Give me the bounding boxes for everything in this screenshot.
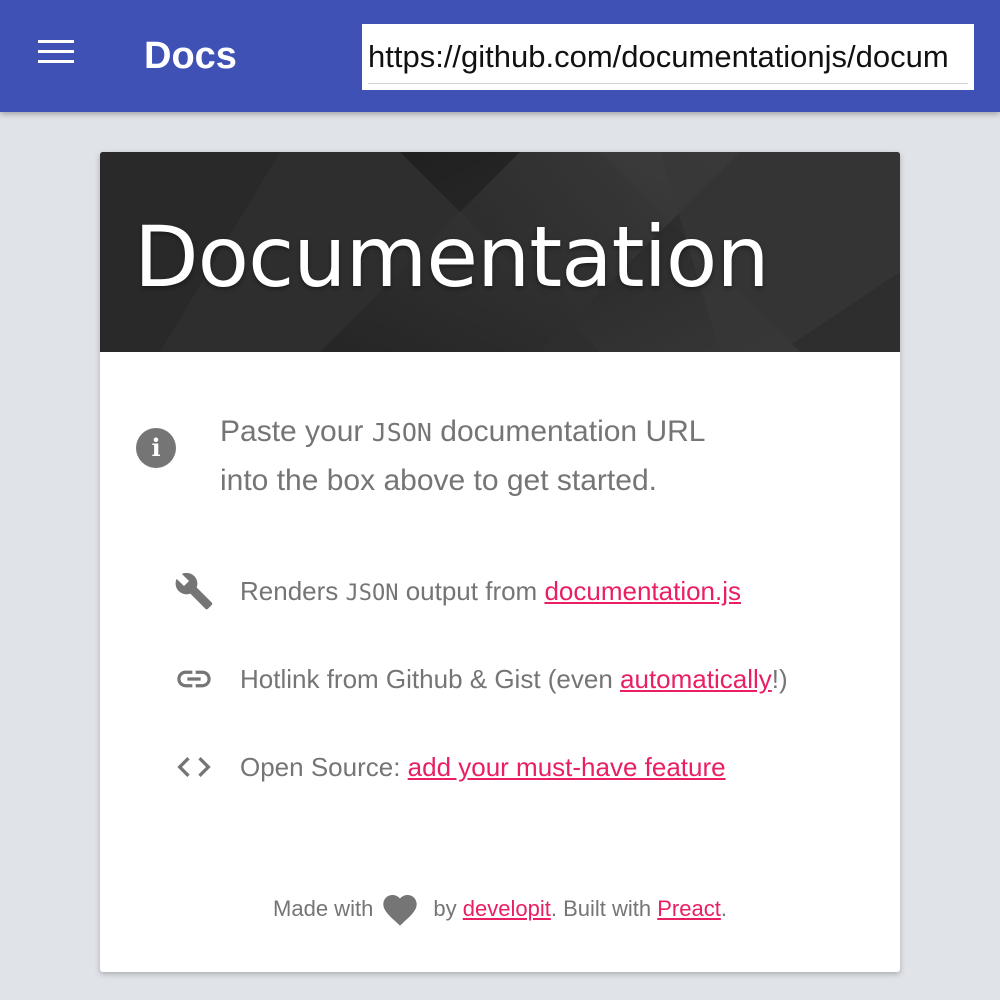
- page-title: Documentation: [134, 208, 770, 306]
- feature-text: Hotlink from Github & Gist (even: [240, 664, 621, 694]
- documentation-js-link[interactable]: documentation.js: [544, 576, 741, 606]
- info-message: Paste your JSON documentation URL into t…: [220, 408, 820, 505]
- info-text-part: documentation URL: [431, 415, 706, 448]
- footer-text: Made with: [273, 896, 374, 921]
- feature-text: !): [771, 664, 788, 694]
- hero-banner: Documentation: [100, 152, 900, 352]
- feature-text: Open Source:: [240, 752, 408, 782]
- feature-request-link[interactable]: add your must-have feature: [408, 752, 726, 782]
- feature-text: output from: [398, 576, 545, 606]
- info-text-line2: into the box above to get started.: [220, 464, 657, 497]
- wrench-icon: [175, 572, 213, 610]
- automatically-link[interactable]: automatically: [620, 664, 772, 694]
- menu-icon[interactable]: [38, 40, 74, 66]
- link-icon: [177, 670, 211, 688]
- info-code: JSON: [371, 418, 432, 447]
- feature-text: Renders: [240, 576, 346, 606]
- footer-text: by: [427, 896, 463, 921]
- app-title: Docs: [144, 35, 237, 77]
- feature-item-renders: Renders JSON output from documentation.j…: [175, 571, 900, 611]
- preact-link[interactable]: Preact: [657, 896, 721, 921]
- url-input[interactable]: https://github.com/documentationjs/docum: [362, 24, 974, 90]
- main-card: Documentation i Paste your JSON document…: [100, 152, 900, 972]
- developit-link[interactable]: developit: [463, 896, 551, 921]
- info-text-part: Paste your: [220, 415, 372, 448]
- footer-text: .: [720, 896, 727, 921]
- footer: Made with by developit. Built with Preac…: [100, 889, 900, 929]
- feature-item-open-source: Open Source: add your must-have feature: [177, 747, 900, 787]
- footer-text: . Built with: [550, 896, 658, 921]
- code-icon: [177, 757, 211, 777]
- app-header: Docs https://github.com/documentationjs/…: [0, 0, 1000, 112]
- heart-icon: [383, 895, 417, 926]
- url-input-value: https://github.com/documentationjs/docum: [368, 39, 949, 74]
- feature-code: JSON: [345, 581, 399, 606]
- feature-item-hotlink: Hotlink from Github & Gist (even automat…: [177, 659, 900, 699]
- info-icon: i: [136, 428, 176, 468]
